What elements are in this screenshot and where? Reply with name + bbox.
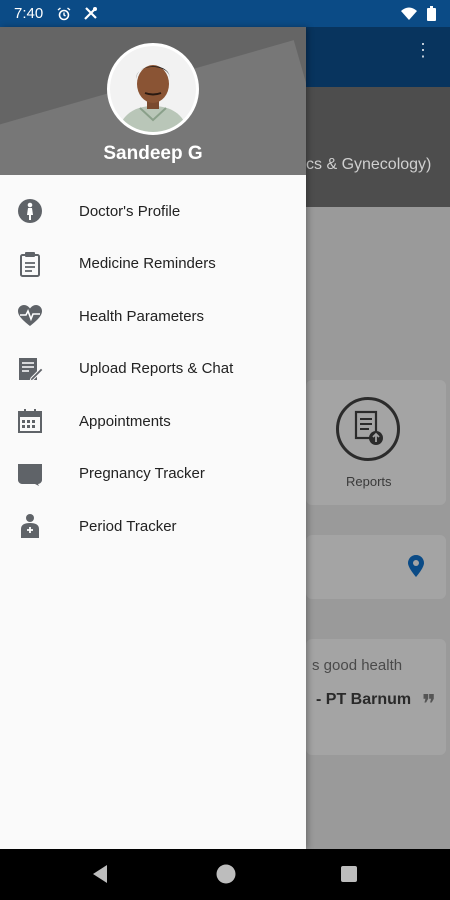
reports-card[interactable]: Reports xyxy=(306,380,446,505)
menu-item-label: Pregnancy Tracker xyxy=(79,465,205,483)
doctor-specialty: cs & Gynecology) xyxy=(306,156,432,173)
alarm-icon xyxy=(57,6,71,20)
reports-label: Reports xyxy=(346,474,392,489)
user-name: Sandeep G xyxy=(103,143,203,164)
menu-item-label: Appointments xyxy=(79,412,171,430)
home-icon[interactable] xyxy=(215,863,237,885)
avatar[interactable] xyxy=(107,43,199,135)
menu-item-label: Upload Reports & Chat xyxy=(79,360,234,378)
recents-icon[interactable] xyxy=(340,863,358,885)
navigation-drawer: Sandeep G Doctor's Profile Medicine Remi… xyxy=(0,27,306,849)
location-card[interactable] xyxy=(306,535,446,599)
tools-icon xyxy=(84,7,98,20)
drawer-menu: Doctor's Profile Medicine Reminders Heal… xyxy=(0,185,306,553)
menu-item-label: Period Tracker xyxy=(79,517,177,535)
menu-item-label: Medicine Reminders xyxy=(79,255,216,273)
menu-item-doctors-profile[interactable]: Doctor's Profile xyxy=(0,185,306,238)
calendar-icon xyxy=(16,407,44,435)
period-icon xyxy=(16,512,44,540)
upload-report-icon xyxy=(16,355,44,383)
clipboard-icon xyxy=(16,250,44,278)
menu-item-label: Doctor's Profile xyxy=(79,202,181,220)
overflow-menu-icon[interactable]: ⋮ xyxy=(414,41,432,59)
quote-author: - PT Barnum xyxy=(316,691,412,708)
back-icon[interactable] xyxy=(91,863,109,885)
quote-text: s good health xyxy=(312,657,403,674)
drawer-header: Sandeep G xyxy=(0,27,306,175)
status-bar: 7:40 xyxy=(0,0,450,27)
heart-pulse-icon xyxy=(16,302,44,330)
menu-item-period-tracker[interactable]: Period Tracker xyxy=(0,500,306,553)
reports-icon xyxy=(336,397,400,461)
system-nav-bar xyxy=(0,849,450,900)
wifi-icon xyxy=(401,7,417,20)
quote-mark-icon: ❞ xyxy=(422,689,436,719)
menu-item-upload-reports-chat[interactable]: Upload Reports & Chat xyxy=(0,343,306,396)
menu-item-label: Health Parameters xyxy=(79,307,205,325)
location-pin-icon xyxy=(408,555,424,577)
menu-item-pregnancy-tracker[interactable]: Pregnancy Tracker xyxy=(0,448,306,501)
quote-card: s good health - PT Barnum ❞ xyxy=(306,639,446,755)
menu-item-health-parameters[interactable]: Health Parameters xyxy=(0,290,306,343)
status-time: 7:40 xyxy=(14,5,44,22)
menu-item-medicine-reminders[interactable]: Medicine Reminders xyxy=(0,238,306,291)
menu-item-appointments[interactable]: Appointments xyxy=(0,395,306,448)
doctor-icon xyxy=(16,197,44,225)
pregnancy-icon xyxy=(16,460,44,488)
battery-icon xyxy=(427,6,436,21)
